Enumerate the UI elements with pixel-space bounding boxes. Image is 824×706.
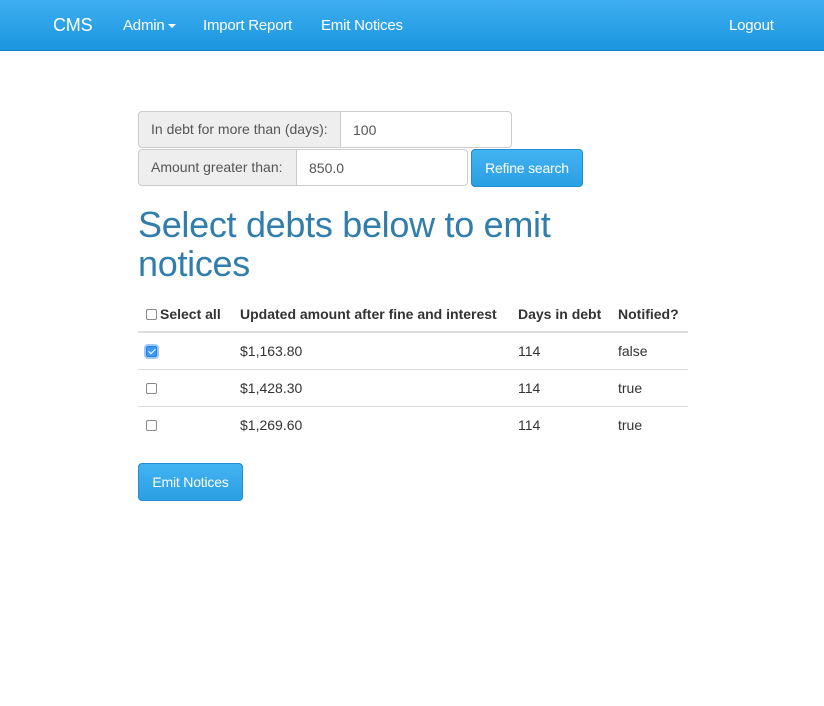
refine-search-button[interactable]: Refine search	[471, 149, 583, 187]
row-checkbox[interactable]	[146, 419, 157, 431]
navbar: CMS Admin Import Report Emit Notices Log…	[0, 0, 824, 51]
select-all-checkbox[interactable]	[146, 308, 157, 320]
select-all-header: Select all	[138, 296, 232, 333]
admin-label: Admin	[123, 17, 165, 34]
days-cell: 114	[510, 405, 610, 443]
days-header: Days in debt	[510, 296, 610, 333]
notified-cell: false	[618, 342, 648, 359]
days-cell: 114	[510, 368, 610, 406]
debts-table: Select all Updated amount after fine and…	[138, 296, 688, 443]
table-row: $1,428.30 114 true	[138, 368, 688, 406]
admin-dropdown[interactable]: Admin	[123, 0, 176, 51]
emit-notices-link[interactable]: Emit Notices	[321, 0, 403, 51]
select-all-label: Select all	[160, 305, 221, 322]
table-row: $1,269.60 114 true	[138, 405, 688, 443]
notified-cell: true	[610, 405, 688, 443]
caret-down-icon	[167, 24, 176, 29]
notified-cell: true	[610, 368, 688, 406]
row-checkbox[interactable]	[146, 382, 157, 394]
amount-cell: $1,163.80	[240, 342, 303, 359]
notified-header: Notified?	[610, 296, 688, 333]
page-title: Select debts below to emit notices	[138, 204, 551, 284]
amount-header: Updated amount after fine and interest	[232, 296, 510, 333]
days-filter-label: In debt for more than (days):	[138, 111, 341, 148]
row-checkbox[interactable]	[146, 345, 157, 357]
emit-notices-button[interactable]: Emit Notices	[138, 463, 243, 501]
amount-cell: $1,269.60	[232, 405, 510, 443]
table-header-row: Select all Updated amount after fine and…	[138, 296, 688, 333]
days-filter-input[interactable]	[341, 111, 512, 148]
amount-cell: $1,428.30	[232, 368, 510, 406]
logout-link[interactable]: Logout	[729, 0, 774, 51]
amount-filter-label: Amount greater than:	[138, 149, 297, 186]
import-report-link[interactable]: Import Report	[203, 0, 292, 51]
brand-link[interactable]: CMS	[53, 0, 93, 51]
days-cell: 114	[518, 342, 541, 359]
amount-filter-group: Amount greater than:	[138, 149, 468, 186]
amount-filter-input[interactable]	[297, 149, 468, 186]
days-filter-group: In debt for more than (days):	[138, 111, 512, 148]
table-row: $1,163.80 114 false	[138, 332, 688, 369]
